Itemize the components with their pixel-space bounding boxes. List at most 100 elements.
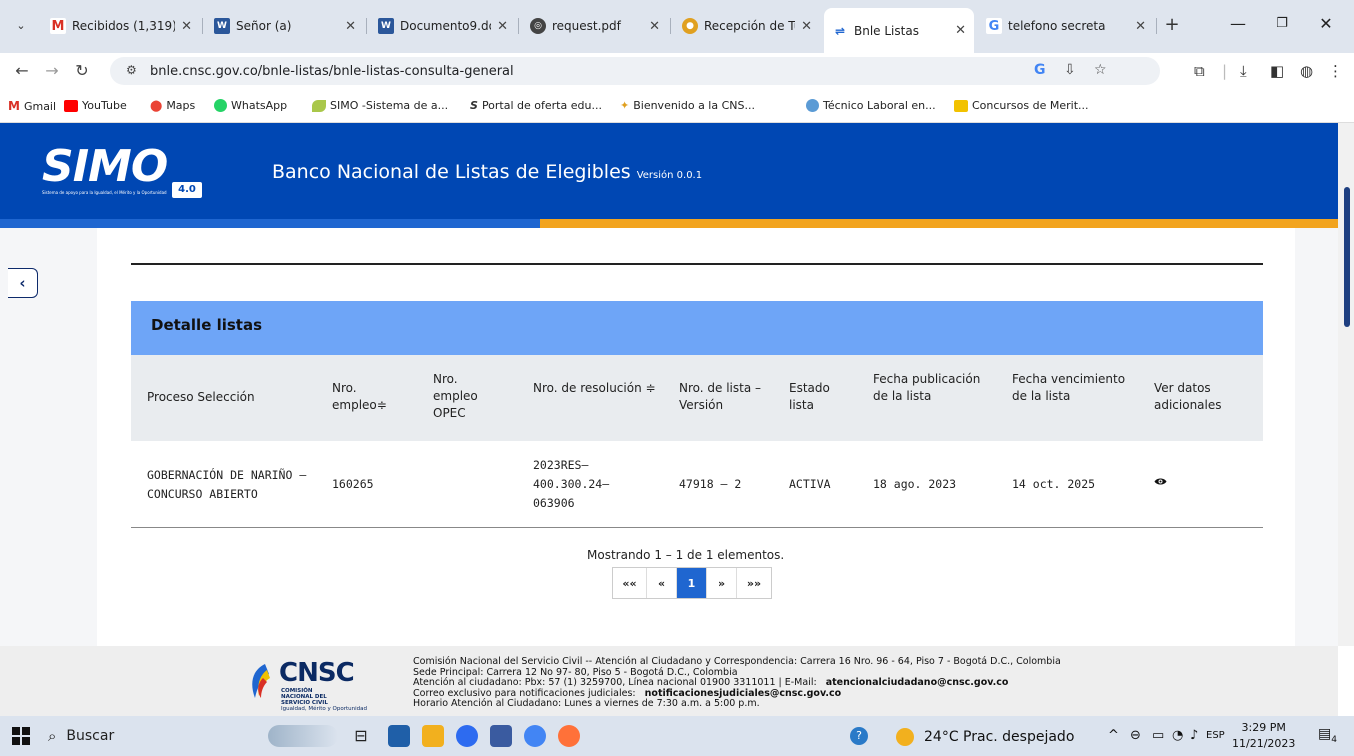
minimize-icon[interactable]: — <box>1218 14 1258 33</box>
weather-widget[interactable]: 24°C Prac. despejado <box>896 728 1074 746</box>
zoom-icon[interactable] <box>456 725 478 747</box>
bookmark-label: Gmail <box>23 99 57 113</box>
tab-separator <box>202 18 203 34</box>
bookmark-gmail[interactable]: M Gmail <box>8 99 56 113</box>
bookmark-maps[interactable]: ⬤ Maps <box>150 99 195 112</box>
header-stripe-orange <box>540 219 1338 228</box>
taskbar-search-box[interactable]: ⌕ Buscar <box>48 722 258 750</box>
panel-title: Detalle listas <box>151 316 263 334</box>
task-view-icon[interactable]: ⊟ <box>350 725 372 747</box>
bookmark-portal-oferta[interactable]: S Portal de oferta edu... <box>470 99 602 112</box>
bookmark-label: WhatsApp <box>231 99 288 112</box>
pagination-page-1-button[interactable]: 1 <box>677 568 707 598</box>
footer-email-link[interactable]: atencionalciudadano@cnsc.gov.co <box>826 677 1009 688</box>
cell-proceso: GOBERNACIÓN DE NARIÑO – CONCURSO ABIERTO <box>147 468 307 501</box>
footer-judicial-email-link[interactable]: notificacionesjudiciales@cnsc.gov.co <box>645 688 841 699</box>
url-text[interactable]: bnle.cnsc.gov.co/bnle-listas/bnle-listas… <box>150 64 514 79</box>
install-app-icon[interactable]: ⇩ <box>1064 62 1076 78</box>
pagination-first-button[interactable]: «« <box>613 568 647 598</box>
bookmark-whatsapp[interactable]: WhatsApp <box>214 99 287 112</box>
concursos-icon <box>954 99 968 112</box>
close-icon[interactable]: ✕ <box>649 19 660 34</box>
tab-request-pdf[interactable]: ◎ request.pdf ✕ <box>522 10 668 42</box>
extensions-puzzle-icon[interactable]: ⧉ <box>1194 62 1205 80</box>
google-lens-icon[interactable]: G <box>1034 62 1046 78</box>
sidebar-toggle-chevron-left-icon[interactable]: ‹ <box>8 268 38 298</box>
tab-bnle-listas[interactable]: ⇌ Bnle Listas ✕ <box>824 8 974 53</box>
battery-icon[interactable]: ▭ <box>1152 728 1164 743</box>
logo-text: SIMO <box>42 141 168 192</box>
back-arrow-icon[interactable]: ← <box>12 61 32 80</box>
footer-line: Comisión Nacional del Servicio Civil -- … <box>413 656 1061 667</box>
bookmark-cnsc[interactable]: ✦ Bienvenido a la CNS... <box>620 99 755 112</box>
close-icon[interactable]: ✕ <box>497 19 508 34</box>
column-header-resolucion[interactable]: Nro. de resolución ≑ <box>533 380 663 397</box>
bookmark-concursos[interactable]: Concursos de Merit... <box>954 99 1089 112</box>
bookmark-tecnico[interactable]: Técnico Laboral en... <box>806 99 936 112</box>
wifi-icon[interactable]: ◔ <box>1172 728 1183 743</box>
column-header-fecha-publicacion: Fecha publicación de la lista <box>873 372 981 403</box>
tab-recepcion[interactable]: ● Recepción de Tu ✕ <box>674 10 820 42</box>
cell-fecha-vencimiento: 14 oct. 2025 <box>1012 477 1096 491</box>
close-icon[interactable]: ✕ <box>801 19 812 34</box>
globe-icon: ◎ <box>530 18 546 34</box>
tray-meet-icon[interactable]: ⊖ <box>1130 728 1141 743</box>
reload-icon[interactable]: ↻ <box>72 61 92 80</box>
simo-logo[interactable]: SIMO 4.0 Sistema de apoyo para la Iguald… <box>42 141 202 198</box>
close-icon[interactable]: ✕ <box>1135 19 1146 34</box>
restore-icon[interactable]: ❐ <box>1262 16 1302 31</box>
weather-sun-icon <box>896 728 914 746</box>
bookmark-star-icon[interactable]: ☆ <box>1094 62 1107 78</box>
side-panel-icon[interactable]: ◧ <box>1270 62 1284 80</box>
cell-fecha-publicacion: 18 ago. 2023 <box>873 477 957 491</box>
tab-word-documento[interactable]: W Documento9.do ✕ <box>370 10 516 42</box>
clock-time: 3:29 PM <box>1241 721 1286 734</box>
tab-word-senor[interactable]: W Señor (a) ✕ <box>206 10 364 42</box>
notification-center-icon[interactable]: ▤4 <box>1318 726 1337 745</box>
new-tab-button[interactable]: + <box>1160 14 1184 38</box>
window-close-icon[interactable]: ✕ <box>1306 14 1346 33</box>
scrollbar-thumb[interactable] <box>1344 187 1350 327</box>
tray-chevron-up-icon[interactable]: ^ <box>1108 728 1119 743</box>
file-explorer-icon[interactable] <box>422 725 444 747</box>
pagination-last-button[interactable]: »» <box>737 568 771 598</box>
tab-gmail[interactable]: M Recibidos (1,319) ✕ <box>42 10 200 42</box>
forward-arrow-icon[interactable]: → <box>42 61 62 80</box>
volume-icon[interactable]: ♪ <box>1190 728 1198 743</box>
more-menu-icon[interactable]: ⋮ <box>1328 62 1343 80</box>
column-header-nro-empleo[interactable]: Nro. empleo≑ <box>332 380 392 414</box>
bookmark-youtube[interactable]: YouTube <box>64 99 127 112</box>
bookmark-label: Maps <box>166 99 196 112</box>
app-icon[interactable] <box>490 725 512 747</box>
eye-icon[interactable] <box>1154 477 1167 486</box>
column-header-proceso: Proceso Selección <box>147 390 255 404</box>
close-icon[interactable]: ✕ <box>345 19 356 34</box>
edge-browser-icon[interactable] <box>388 725 410 747</box>
pagination-prev-button[interactable]: « <box>647 568 677 598</box>
table-row: GOBERNACIÓN DE NARIÑO – CONCURSO ABIERTO… <box>131 441 1263 528</box>
address-bar[interactable]: ⚙ bnle.cnsc.gov.co/bnle-listas/bnle-list… <box>110 57 1160 85</box>
page-title-text: Banco Nacional de Listas de Elegibles <box>272 161 631 183</box>
pagination: «« « 1 » »» <box>612 567 772 599</box>
close-icon[interactable]: ✕ <box>955 23 966 38</box>
tab-label: Recibidos (1,319) <box>72 19 176 33</box>
language-indicator[interactable]: ESP <box>1206 730 1225 741</box>
footer-line: Horario Atención al Ciudadano: Lunes a v… <box>413 698 760 709</box>
chrome-icon[interactable] <box>524 725 546 747</box>
pagination-next-button[interactable]: » <box>707 568 737 598</box>
firefox-icon[interactable] <box>558 725 580 747</box>
word-icon: W <box>214 18 230 34</box>
close-icon[interactable]: ✕ <box>181 19 192 34</box>
seal-widget-icon[interactable] <box>268 725 338 747</box>
profile-avatar-icon[interactable]: ◍ <box>1300 62 1313 80</box>
bookmark-simo[interactable]: SIMO -Sistema de a... <box>312 99 448 112</box>
divider <box>131 263 1263 265</box>
site-settings-icon[interactable]: ⚙ <box>126 63 137 77</box>
tab-google-telefono[interactable]: G telefono secreta ✕ <box>978 10 1154 42</box>
windows-start-icon[interactable] <box>12 727 30 745</box>
cnsc-logo[interactable]: CNSC COMISIÓN NACIONAL DEL SERVICIO CIVI… <box>245 658 375 712</box>
downloads-icon[interactable]: ⤓ <box>1240 62 1247 80</box>
taskbar-clock[interactable]: 3:29 PM 11/21/2023 <box>1232 720 1295 752</box>
help-icon[interactable]: ? <box>850 727 868 745</box>
tab-search-chevron-icon[interactable]: ⌄ <box>10 14 32 36</box>
